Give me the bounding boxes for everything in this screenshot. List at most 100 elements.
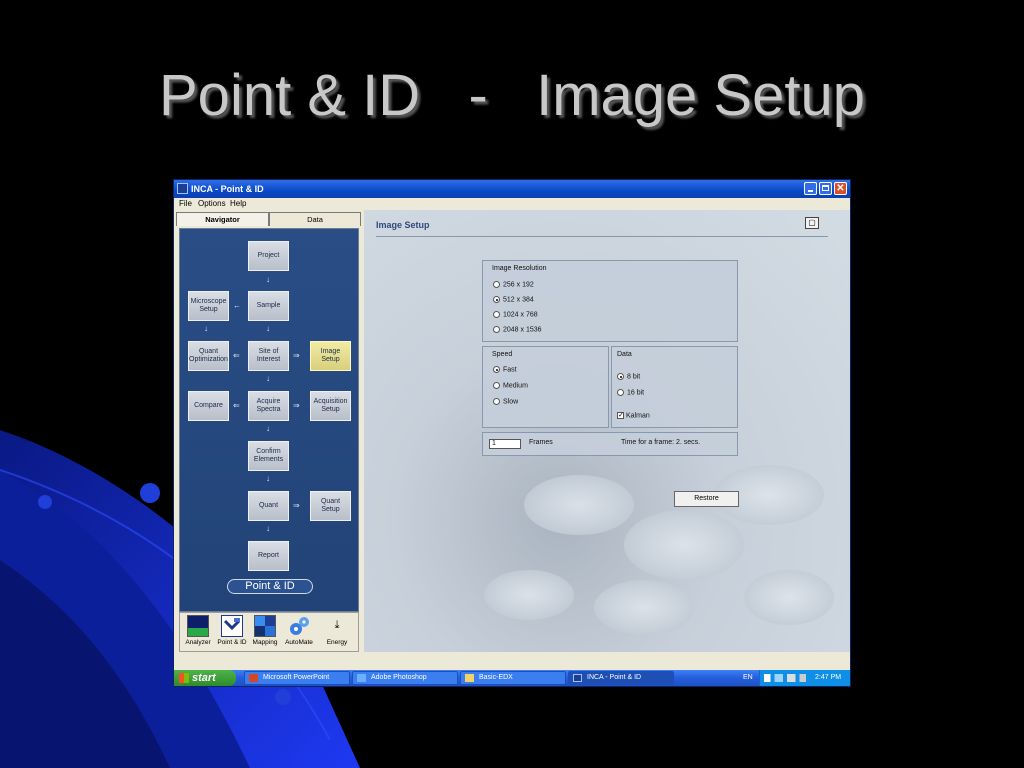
radio-icon bbox=[493, 382, 500, 389]
nav-acquisition-setup[interactable]: Acquisition Setup bbox=[310, 391, 351, 421]
close-button[interactable]: ✕ bbox=[834, 182, 847, 195]
tab-navigator[interactable]: Navigator bbox=[176, 212, 269, 226]
module-point-id[interactable]: Point & ID bbox=[215, 615, 249, 646]
kalman-checkbox[interactable]: ✓ Kalman bbox=[617, 412, 650, 419]
data-option[interactable]: 16 bit bbox=[617, 389, 644, 396]
energy-arrow-icon: ⤓ bbox=[334, 619, 340, 631]
windows-flag-icon bbox=[179, 673, 189, 683]
arrow-down-icon: ↓ bbox=[266, 374, 270, 383]
checkbox-checked-icon: ✓ bbox=[617, 412, 624, 419]
navigator-panel: Project ↓ Microscope Setup ← Sample ↓ ↓ … bbox=[179, 228, 359, 612]
background-blob bbox=[744, 570, 834, 625]
clock: 2:47 PM bbox=[815, 674, 842, 681]
resolution-group: Image Resolution 256 x 192 512 x 384 102… bbox=[482, 260, 738, 342]
radio-selected-icon bbox=[617, 373, 624, 380]
automate-gears-icon bbox=[288, 615, 310, 637]
image-setup-content: Image Setup ▢ Image Resolution 256 x 192… bbox=[364, 210, 850, 652]
photoshop-feather-icon bbox=[357, 674, 366, 682]
restore-button[interactable]: Restore bbox=[674, 491, 739, 507]
arrow-left-icon: ⇐ bbox=[233, 401, 240, 410]
background-blob bbox=[524, 475, 634, 535]
nav-quant-optimization[interactable]: Quant Optimization bbox=[188, 341, 229, 371]
background-blob bbox=[594, 580, 694, 635]
data-option[interactable]: 8 bit bbox=[617, 373, 640, 380]
window-titlebar[interactable]: INCA - Point & ID ✕ bbox=[174, 180, 850, 198]
nav-site-of-interest[interactable]: Site of Interest bbox=[248, 341, 289, 371]
resolution-option[interactable]: 2048 x 1536 bbox=[493, 326, 542, 333]
module-mapping[interactable]: Mapping bbox=[248, 615, 282, 646]
module-automate[interactable]: AutoMate bbox=[282, 615, 316, 646]
menu-options[interactable]: Options bbox=[198, 199, 226, 208]
language-indicator[interactable]: EN bbox=[743, 670, 753, 686]
radio-selected-icon bbox=[493, 366, 500, 373]
menu-file[interactable]: File bbox=[179, 199, 192, 208]
resolution-option[interactable]: 256 x 192 bbox=[493, 281, 534, 288]
frames-input[interactable]: 1 bbox=[489, 439, 521, 449]
radio-icon bbox=[493, 281, 500, 288]
window-title: INCA - Point & ID bbox=[191, 184, 264, 194]
nav-microscope-setup[interactable]: Microscope Setup bbox=[188, 291, 229, 321]
minimize-button[interactable] bbox=[804, 182, 817, 195]
tab-data[interactable]: Data bbox=[269, 212, 361, 226]
point-id-icon bbox=[221, 615, 243, 637]
speed-option[interactable]: Fast bbox=[493, 366, 517, 373]
point-id-badge: Point & ID bbox=[227, 579, 313, 594]
system-tray: EN 2:47 PM bbox=[743, 670, 850, 686]
speed-group: Speed Fast Medium Slow bbox=[482, 346, 609, 428]
arrow-left-icon: ⇐ bbox=[233, 351, 240, 360]
task-inca-point-id[interactable]: INCA - Point & ID bbox=[568, 671, 674, 685]
taskbar: start Microsoft PowerPoint Adobe Photosh… bbox=[174, 670, 850, 686]
nav-confirm-elements[interactable]: Confirm Elements bbox=[248, 441, 289, 471]
help-book-icon[interactable]: ▢ bbox=[805, 217, 819, 229]
nav-compare[interactable]: Compare bbox=[188, 391, 229, 421]
arrow-down-icon: ↓ bbox=[266, 324, 270, 333]
nav-acquire-spectra[interactable]: Acquire Spectra bbox=[248, 391, 289, 421]
tray-icons[interactable] bbox=[764, 674, 806, 682]
data-group: Data 8 bit 16 bit ✓ Kalman bbox=[611, 346, 738, 428]
module-label: Energy bbox=[326, 639, 348, 646]
maximize-button[interactable] bbox=[819, 182, 832, 195]
nav-quant[interactable]: Quant bbox=[248, 491, 289, 521]
radio-icon bbox=[617, 389, 624, 396]
title-divider bbox=[376, 236, 828, 237]
app-icon bbox=[177, 183, 188, 194]
background-blob bbox=[484, 570, 574, 620]
nav-sample[interactable]: Sample bbox=[248, 291, 289, 321]
task-basic-edx[interactable]: Basic-EDX bbox=[460, 671, 566, 685]
analyzer-icon bbox=[187, 615, 209, 637]
arrow-down-icon: ↓ bbox=[266, 424, 270, 433]
arrow-down-icon: ↓ bbox=[204, 324, 208, 333]
nav-report[interactable]: Report bbox=[248, 541, 289, 571]
task-powerpoint[interactable]: Microsoft PowerPoint bbox=[244, 671, 350, 685]
data-label: Data bbox=[617, 351, 632, 358]
menu-help[interactable]: Help bbox=[230, 199, 246, 208]
resolution-label: Image Resolution bbox=[492, 265, 547, 272]
speed-option[interactable]: Slow bbox=[493, 398, 518, 405]
radio-selected-icon bbox=[493, 296, 500, 303]
mapping-icon bbox=[254, 615, 276, 637]
arrow-down-icon: ↓ bbox=[266, 474, 270, 483]
task-photoshop[interactable]: Adobe Photoshop bbox=[352, 671, 458, 685]
folder-icon bbox=[465, 674, 474, 682]
nav-project[interactable]: Project bbox=[248, 241, 289, 271]
arrow-down-icon: ↓ bbox=[266, 275, 270, 284]
arrow-right-icon: ⇒ bbox=[293, 351, 300, 360]
resolution-option[interactable]: 1024 x 768 bbox=[493, 311, 538, 318]
module-label: Point & ID bbox=[217, 639, 247, 646]
inca-icon bbox=[573, 674, 582, 682]
inca-window: INCA - Point & ID ✕ File Options Help Na… bbox=[173, 179, 851, 687]
slide-title: Point & ID - Image Setup bbox=[159, 63, 865, 128]
frames-group: 1 Frames Time for a frame: 2. secs. bbox=[482, 432, 738, 456]
start-button[interactable]: start bbox=[174, 670, 236, 686]
module-label: Analyzer bbox=[185, 639, 211, 646]
module-energy[interactable]: ⤓ Energy bbox=[320, 615, 354, 646]
frame-time-text: Time for a frame: 2. secs. bbox=[621, 439, 701, 446]
radio-icon bbox=[493, 398, 500, 405]
nav-image-setup[interactable]: Image Setup bbox=[310, 341, 351, 371]
nav-quant-setup[interactable]: Quant Setup bbox=[310, 491, 351, 521]
arrow-down-icon: ↓ bbox=[266, 524, 270, 533]
module-analyzer[interactable]: Analyzer bbox=[181, 615, 215, 646]
resolution-option[interactable]: 512 x 384 bbox=[493, 296, 534, 303]
speed-option[interactable]: Medium bbox=[493, 382, 528, 389]
module-label: Mapping bbox=[252, 639, 278, 646]
